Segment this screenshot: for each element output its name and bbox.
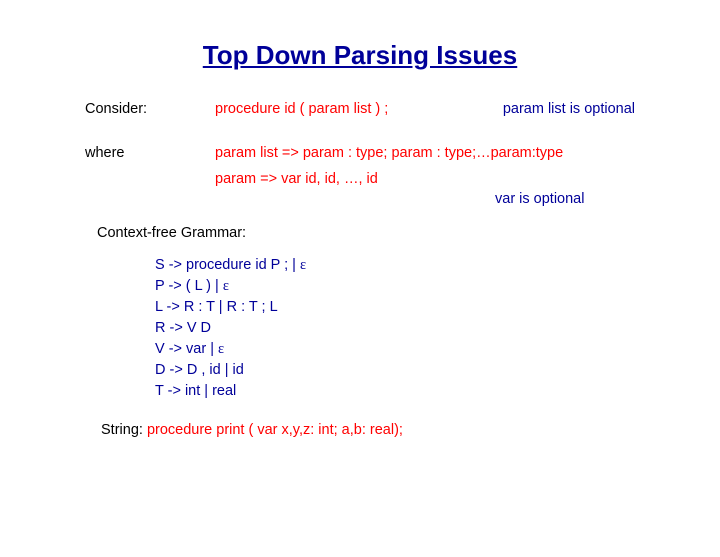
- grammar-line-6: D -> D , id | id: [155, 360, 635, 381]
- grammar-l2a: P -> ( L ) |: [155, 278, 223, 294]
- grammar-l2-eps: ε: [223, 278, 229, 294]
- where-row: where param list => param : type; param …: [85, 145, 635, 161]
- grammar-line-4: R -> V D: [155, 318, 635, 339]
- string-label: String:: [101, 422, 147, 438]
- grammar-line-1: S -> procedure id P ; | ε: [155, 255, 635, 276]
- consider-note: param list is optional: [503, 101, 635, 117]
- grammar-l5-eps: ε: [218, 341, 224, 357]
- where-label: where: [85, 145, 215, 161]
- consider-label: Consider:: [85, 101, 215, 117]
- grammar-l1-eps: ε: [300, 257, 306, 273]
- cfg-label: Context-free Grammar:: [97, 225, 635, 241]
- consider-code: procedure id ( param list ) ;: [215, 101, 388, 117]
- string-code: procedure print ( var x,y,z: int; a,b: r…: [147, 422, 403, 438]
- where-line2-row: param => var id, id, …, id: [215, 171, 635, 187]
- where-line2: param => var id, id, …, id: [215, 171, 378, 187]
- grammar-line-2: P -> ( L ) | ε: [155, 276, 635, 297]
- grammar-l1a: S -> procedure id P ; |: [155, 257, 300, 273]
- where-note: var is optional: [495, 191, 584, 207]
- consider-row: Consider: procedure id ( param list ) ; …: [85, 101, 635, 117]
- where-line1: param list => param : type; param : type…: [215, 145, 563, 161]
- grammar-block: S -> procedure id P ; | ε P -> ( L ) | ε…: [155, 255, 635, 402]
- grammar-l5a: V -> var |: [155, 341, 218, 357]
- string-row: String: procedure print ( var x,y,z: int…: [101, 422, 635, 438]
- slide: Top Down Parsing Issues Consider: proced…: [0, 0, 720, 478]
- grammar-line-5: V -> var | ε: [155, 339, 635, 360]
- grammar-line-3: L -> R : T | R : T ; L: [155, 297, 635, 318]
- where-note-row: var is optional: [215, 191, 635, 207]
- slide-title: Top Down Parsing Issues: [85, 40, 635, 71]
- grammar-line-7: T -> int | real: [155, 381, 635, 402]
